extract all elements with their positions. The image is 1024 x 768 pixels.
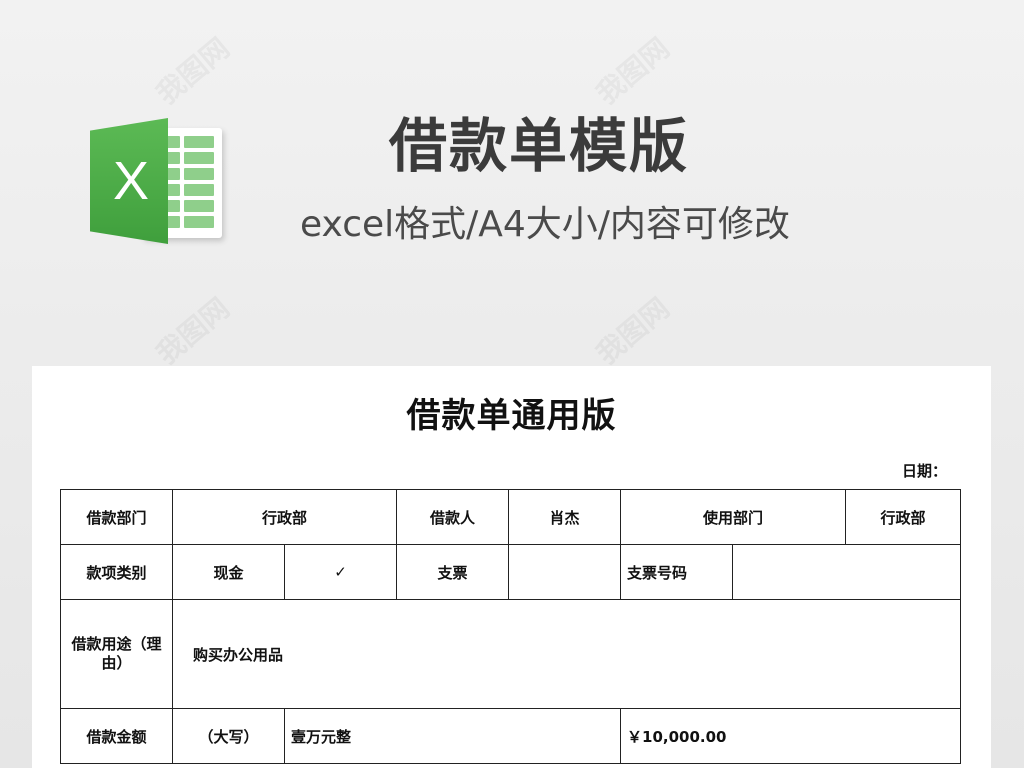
purpose-value[interactable]: 购买办公用品: [171, 599, 962, 709]
uppercase-amount-value[interactable]: 壹万元整: [283, 708, 622, 764]
hero-title: 借款单模版: [388, 112, 689, 180]
table-row: 款项类别 现金 ✓ 支票 支票号码: [60, 544, 962, 600]
watermark: 我图网: [590, 31, 676, 111]
uppercase-label: （大写）: [172, 708, 285, 764]
borrower-value[interactable]: 肖杰: [508, 489, 622, 545]
purpose-label: 借款用途（理由）: [60, 599, 173, 709]
excel-logo-letter: X: [112, 151, 150, 211]
dept-value[interactable]: 行政部: [171, 489, 398, 545]
cash-check-icon[interactable]: ✓: [283, 544, 398, 600]
watermark: 我图网: [150, 31, 236, 111]
excel-logo: X: [90, 118, 226, 244]
excel-x-icon: X: [90, 118, 168, 244]
cheque-no-value[interactable]: [732, 544, 962, 600]
hero-subtitle: excel格式/A4大小/内容可修改: [300, 204, 790, 245]
amount-label: 借款金额: [60, 708, 173, 764]
table-row: 借款部门 行政部 借款人 肖杰 使用部门 行政部: [60, 489, 962, 545]
table-row: 借款金额 （大写） 壹万元整 ￥10,000.00: [60, 708, 962, 764]
document-paper: 借款单通用版 日期： 借款部门 行政部 借款人 肖杰 使用部门 行政部 款项类别…: [32, 366, 991, 768]
use-dept-label: 使用部门: [620, 489, 847, 545]
loan-form-table: 借款部门 行政部 借款人 肖杰 使用部门 行政部 款项类别 现金 ✓ 支票 支票…: [60, 489, 962, 764]
dept-label: 借款部门: [60, 489, 173, 545]
watermark: 我图网: [590, 291, 676, 371]
watermark: 我图网: [150, 291, 236, 371]
borrower-label: 借款人: [396, 489, 510, 545]
cheque-label: 支票: [396, 544, 510, 600]
table-row: 借款用途（理由） 购买办公用品: [60, 599, 962, 709]
cheque-no-label: 支票号码: [620, 544, 734, 600]
use-dept-value[interactable]: 行政部: [845, 489, 962, 545]
cash-label: 现金: [172, 544, 285, 600]
category-label: 款项类别: [60, 544, 173, 600]
numeric-amount-value[interactable]: ￥10,000.00: [620, 708, 962, 764]
document-title: 借款单通用版: [406, 396, 617, 436]
cheque-value[interactable]: [508, 544, 622, 600]
date-label: 日期：: [901, 462, 947, 480]
